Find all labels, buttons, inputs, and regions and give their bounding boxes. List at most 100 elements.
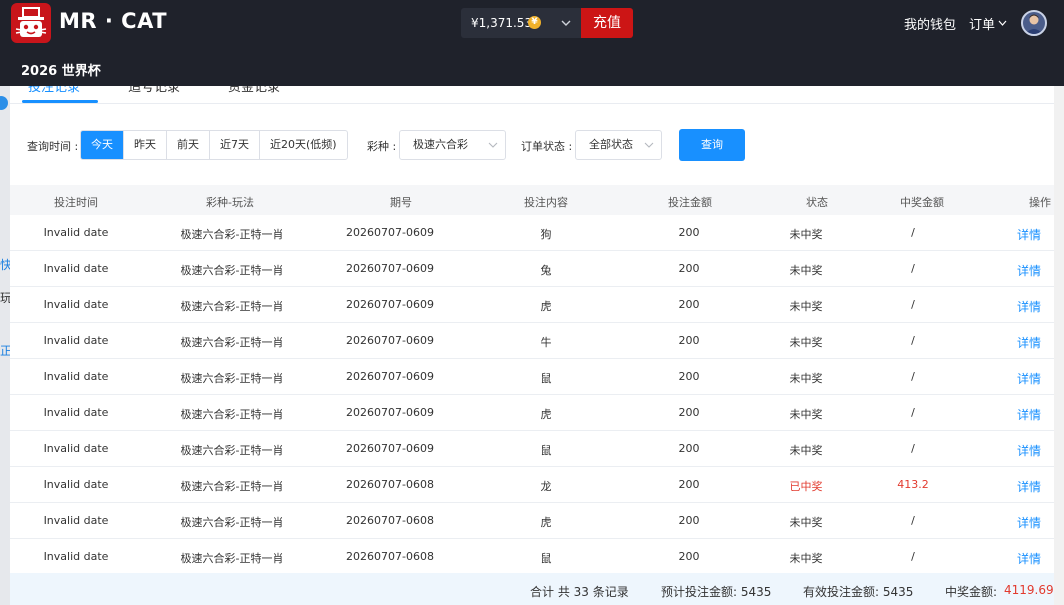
time-option-yesterday[interactable]: 昨天 bbox=[123, 131, 166, 159]
recharge-button[interactable]: 充值 bbox=[581, 8, 633, 38]
issue-number: 20260707-0608 bbox=[346, 514, 434, 527]
time-option-today[interactable]: 今天 bbox=[81, 131, 123, 159]
win-amount: / bbox=[911, 334, 915, 347]
balance-amount: ¥1,371.53 bbox=[471, 16, 533, 30]
table-summary: 合计 共 33 条记录 预计投注金额: 5435 有效投注金额: 5435 中奖… bbox=[10, 573, 1064, 605]
tab-bet-records[interactable]: 投注记录 bbox=[28, 86, 80, 95]
bet-time: Invalid date bbox=[43, 226, 109, 239]
bet-amount: 200 bbox=[678, 406, 700, 419]
time-range-selector: 今天 昨天 前天 近7天 近20天(低频) bbox=[80, 130, 348, 160]
brand-name[interactable]: MR · CAT bbox=[59, 9, 167, 33]
lottery-play: 极速六合彩-正特一肖 bbox=[180, 336, 284, 349]
nav-world-cup[interactable]: 2026 世界杯 bbox=[21, 60, 101, 79]
issue-number: 20260707-0609 bbox=[346, 226, 434, 239]
column-header: 彩种-玩法 bbox=[206, 196, 254, 209]
table-row: Invalid date 极速六合彩-正特一肖 20260707-0609 鼠 200 未… bbox=[10, 359, 1064, 395]
lottery-play: 极速六合彩-正特一肖 bbox=[180, 408, 284, 421]
status: 未中奖 bbox=[789, 408, 823, 421]
time-option-day-before[interactable]: 前天 bbox=[166, 131, 209, 159]
win-amount-value: 4119.692 bbox=[1004, 583, 1062, 597]
bet-time: Invalid date bbox=[43, 406, 109, 419]
my-wallet-link[interactable]: 我的钱包 bbox=[904, 14, 956, 33]
avatar[interactable] bbox=[1021, 10, 1047, 36]
expected-bet-total: 预计投注金额: 5435 bbox=[661, 585, 772, 599]
table-row: Invalid date 极速六合彩-正特一肖 20260707-0609 虎 200 未… bbox=[10, 287, 1064, 323]
lottery-play: 极速六合彩-正特一肖 bbox=[180, 444, 284, 457]
win-amount: 413.2 bbox=[897, 478, 929, 491]
left-panel-text: 正 bbox=[0, 344, 10, 358]
win-amount: / bbox=[911, 370, 915, 383]
tab-chase-records[interactable]: 追号记录 bbox=[128, 86, 180, 95]
page-scrollbar[interactable] bbox=[1054, 86, 1064, 605]
valid-bet-total: 有效投注金额: 5435 bbox=[803, 585, 914, 599]
chevron-down-icon bbox=[561, 20, 571, 26]
balance-dropdown[interactable]: ¥1,371.53 ¥ bbox=[461, 8, 581, 38]
bet-time: Invalid date bbox=[43, 478, 109, 491]
issue-number: 20260707-0609 bbox=[346, 370, 434, 383]
lottery-label: 彩种 : bbox=[367, 140, 397, 153]
bet-time: Invalid date bbox=[43, 550, 109, 563]
left-panel-text: 玩 bbox=[0, 291, 10, 305]
order-status-label: 订单状态 : bbox=[521, 140, 573, 153]
bet-content: 虎 bbox=[540, 300, 552, 313]
bet-time: Invalid date bbox=[43, 442, 109, 455]
detail-link[interactable]: 详情 bbox=[1017, 514, 1041, 531]
bet-amount: 200 bbox=[678, 370, 700, 383]
bet-records-panel: 投注记录 追号记录 资金记录 查询时间 : 今天 昨天 前天 近7天 近20天(… bbox=[10, 86, 1064, 605]
win-amount-label: 中奖金额: bbox=[945, 585, 998, 599]
detail-link[interactable]: 详情 bbox=[1017, 370, 1041, 387]
table-row: Invalid date 极速六合彩-正特一肖 20260707-0609 兔 200 未… bbox=[10, 251, 1064, 287]
column-header: 中奖金额 bbox=[900, 196, 944, 209]
lottery-play: 极速六合彩-正特一肖 bbox=[180, 264, 284, 277]
status: 未中奖 bbox=[789, 372, 823, 385]
lottery-play: 极速六合彩-正特一肖 bbox=[180, 552, 284, 565]
lottery-play: 极速六合彩-正特一肖 bbox=[180, 372, 284, 385]
logo-cat-icon[interactable] bbox=[11, 3, 51, 43]
table-row: Invalid date 极速六合彩-正特一肖 20260707-0609 牛 200 未… bbox=[10, 323, 1064, 359]
issue-number: 20260707-0609 bbox=[346, 298, 434, 311]
detail-link[interactable]: 详情 bbox=[1017, 298, 1041, 315]
order-status-value: 全部状态 bbox=[589, 138, 633, 151]
status: 未中奖 bbox=[789, 336, 823, 349]
detail-link[interactable]: 详情 bbox=[1017, 226, 1041, 243]
bet-content: 虎 bbox=[540, 516, 552, 529]
bet-amount: 200 bbox=[678, 550, 700, 563]
active-tab-indicator bbox=[22, 100, 98, 103]
bet-amount: 200 bbox=[678, 334, 700, 347]
record-tabs: 投注记录 追号记录 资金记录 bbox=[10, 86, 1064, 104]
top-navbar: MR · CAT ¥1,371.53 ¥ 充值 我的钱包 订单 2026 世界杯 bbox=[0, 0, 1064, 86]
detail-link[interactable]: 详情 bbox=[1017, 406, 1041, 423]
detail-link[interactable]: 详情 bbox=[1017, 478, 1041, 495]
column-header: 投注时间 bbox=[54, 196, 98, 209]
bet-time: Invalid date bbox=[43, 370, 109, 383]
detail-link[interactable]: 详情 bbox=[1017, 442, 1041, 459]
bet-time: Invalid date bbox=[43, 262, 109, 275]
bet-time: Invalid date bbox=[43, 514, 109, 527]
detail-link[interactable]: 详情 bbox=[1017, 550, 1041, 567]
lottery-play: 极速六合彩-正特一肖 bbox=[180, 480, 284, 493]
lottery-play: 极速六合彩-正特一肖 bbox=[180, 516, 284, 529]
issue-number: 20260707-0609 bbox=[346, 406, 434, 419]
bet-content: 狗 bbox=[540, 228, 552, 241]
detail-link[interactable]: 详情 bbox=[1017, 262, 1041, 279]
tab-fund-records[interactable]: 资金记录 bbox=[228, 86, 280, 95]
status: 未中奖 bbox=[789, 264, 823, 277]
chevron-down-icon bbox=[644, 142, 654, 148]
issue-number: 20260707-0608 bbox=[346, 550, 434, 563]
orders-menu[interactable]: 订单 bbox=[969, 14, 995, 33]
query-button[interactable]: 查询 bbox=[679, 129, 745, 161]
issue-number: 20260707-0609 bbox=[346, 262, 434, 275]
order-status-select[interactable]: 全部状态 bbox=[575, 130, 662, 160]
detail-link[interactable]: 详情 bbox=[1017, 334, 1041, 351]
left-panel-badge bbox=[0, 96, 8, 110]
bet-content: 牛 bbox=[540, 336, 552, 349]
lottery-select[interactable]: 极速六合彩 bbox=[399, 130, 506, 160]
lottery-play: 极速六合彩-正特一肖 bbox=[180, 228, 284, 241]
status: 未中奖 bbox=[789, 516, 823, 529]
issue-number: 20260707-0608 bbox=[346, 478, 434, 491]
column-header: 状态 bbox=[806, 196, 828, 209]
table-row: Invalid date 极速六合彩-正特一肖 20260707-0609 虎 200 未… bbox=[10, 395, 1064, 431]
time-option-20-days[interactable]: 近20天(低频) bbox=[259, 131, 347, 159]
issue-number: 20260707-0609 bbox=[346, 442, 434, 455]
time-option-7-days[interactable]: 近7天 bbox=[209, 131, 259, 159]
